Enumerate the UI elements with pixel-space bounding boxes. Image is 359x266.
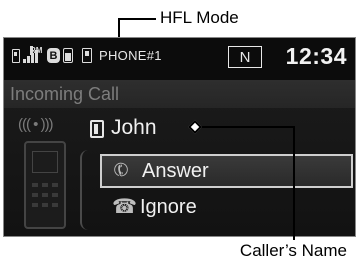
signal-strength-icon: RM [23,45,42,63]
hfl-mode-icon [82,48,92,63]
contact-icon [90,120,104,138]
phone-answer-icon: ✆ [109,157,133,183]
battery-level-icon [63,48,73,63]
clock: 12:34 [285,43,347,69]
ignore-label: Ignore [140,196,197,218]
options-bracket [80,150,94,230]
phone-battery-icon [12,48,20,63]
roaming-label: RM [30,45,42,55]
status-icons: RM B PHONE#1 [12,45,162,63]
callers-name-leader-vertical [293,126,295,240]
answer-button[interactable]: ✆ Answer [100,154,353,188]
callers-name-callout: Caller’s Name [239,241,347,260]
mode-indicator: N [228,46,262,68]
page-title: Incoming Call [10,84,120,104]
ringing-waves-icon: ((( • ))) [18,116,54,133]
answer-label: Answer [142,160,209,182]
head-unit-screen: RM B PHONE#1 N 12:34 Incoming Call ((( •… [3,37,356,237]
phone-graphic-icon [24,141,66,229]
status-bar: RM B PHONE#1 N 12:34 [4,38,355,80]
phone-name: PHONE#1 [99,48,162,63]
incoming-call-header: Incoming Call [4,80,355,108]
phone-hangup-icon: ☎ [112,196,137,218]
caller-name: John [111,116,157,139]
callers-name-leader-horizontal [196,126,295,128]
hfl-mode-callout: HFL Mode [160,8,239,27]
hfl-mode-leader-horizontal [118,18,156,20]
ignore-button[interactable]: ☎ Ignore [100,192,353,226]
bluetooth-icon: B [47,48,60,63]
